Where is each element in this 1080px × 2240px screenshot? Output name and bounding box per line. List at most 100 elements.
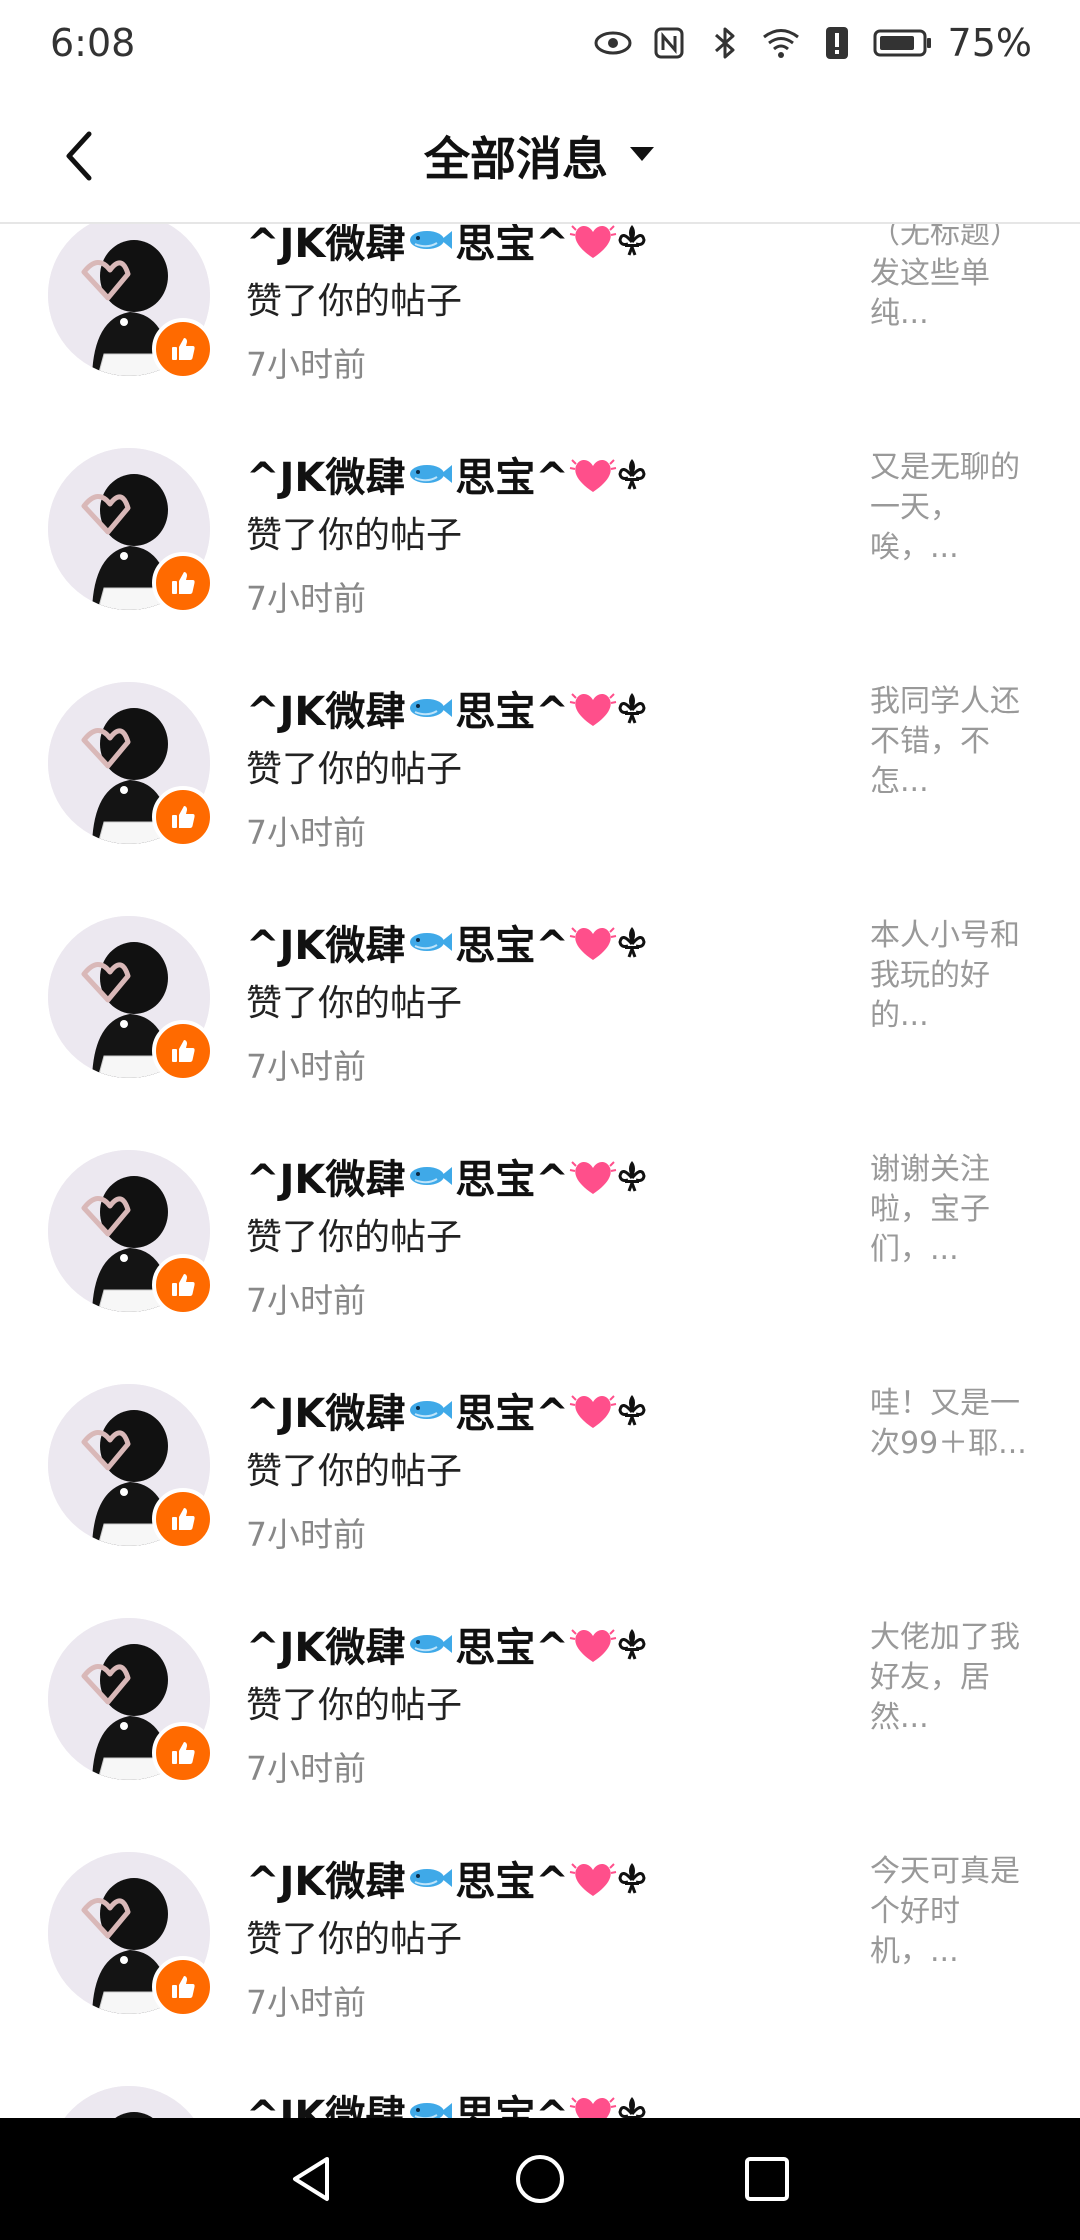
post-preview[interactable]: 哇！又是一次99＋耶... [870, 1384, 1040, 1464]
notification-time: 7小时前 [246, 1281, 366, 1320]
heart-icon [569, 452, 617, 496]
post-preview[interactable]: 大佬加了我好友，居然... [870, 1618, 1040, 1738]
user-avatar[interactable] [48, 2086, 210, 2120]
heart-icon [569, 1622, 617, 1666]
username-suffix[interactable]: 思宝^ [455, 679, 569, 737]
post-preview[interactable]: （无标题）发这些单纯... [870, 224, 1040, 334]
notification-time: 7小时前 [246, 813, 366, 852]
notification-item[interactable]: ^JK微肆 思宝^ 赞了你的帖子 7小时前 我同学人还不错，不怎... [0, 662, 1080, 896]
username-row[interactable]: ^JK微肆 思宝^ [246, 679, 846, 737]
username[interactable]: ^JK微肆 [246, 913, 405, 971]
username[interactable]: ^JK微肆 [246, 2083, 405, 2120]
notification-body: ^JK微肆 思宝^ 赞了你的帖子 7小时前 [246, 1852, 846, 2024]
avatar-image [48, 2086, 210, 2120]
thumbs-up-icon [172, 1274, 195, 1296]
fleur-de-lis-icon [617, 456, 647, 492]
username-row[interactable]: ^JK微肆 思宝^ [246, 1615, 846, 1673]
user-avatar[interactable] [48, 1384, 214, 1550]
post-preview[interactable]: 本人小号和我玩的好的... [870, 916, 1040, 1036]
fleur-de-lis-icon [617, 690, 647, 726]
bluetooth-icon [704, 22, 746, 64]
nav-back-button[interactable] [273, 2139, 353, 2219]
notification-action: 赞了你的帖子 [246, 749, 463, 790]
username[interactable]: ^JK微肆 [246, 1615, 405, 1673]
username-row[interactable]: ^JK微肆 思宝^ [246, 1849, 846, 1907]
like-badge [152, 318, 214, 380]
username[interactable]: ^JK微肆 [246, 224, 405, 269]
username-row[interactable]: ^JK微肆 思宝^ [246, 1381, 846, 1439]
nav-home-icon [515, 2155, 564, 2203]
notification-body: ^JK微肆 思宝^ 赞了你的帖子 7小时前 [246, 224, 846, 386]
fleur-de-lis-icon [617, 1392, 647, 1428]
heart-icon [569, 2090, 617, 2120]
username[interactable]: ^JK微肆 [246, 445, 405, 503]
username-suffix[interactable]: 思宝^ [455, 2083, 569, 2120]
thumbs-up-icon [172, 1040, 195, 1062]
username[interactable]: ^JK微肆 [246, 1381, 405, 1439]
notification-action: 赞了你的帖子 [246, 281, 463, 322]
post-preview[interactable]: 又是无聊的一天，唉，... [870, 448, 1040, 568]
notification-item[interactable]: ^JK微肆 思宝^ 赞了你的帖子 7小时前 又是无聊的一天，唉，... [0, 428, 1080, 662]
user-avatar[interactable] [48, 1150, 214, 1316]
username-row[interactable]: ^JK微肆 思宝^ [246, 1147, 846, 1205]
notification-action: 赞了你的帖子 [246, 1217, 463, 1258]
notification-item[interactable]: ^JK微肆 思宝^ [0, 2066, 1080, 2120]
username-row[interactable]: ^JK微肆 思宝^ [246, 224, 846, 269]
notification-action: 赞了你的帖子 [246, 515, 463, 556]
username-row[interactable]: ^JK微肆 思宝^ [246, 913, 846, 971]
fleur-de-lis-icon [617, 1626, 647, 1662]
wifi-icon [760, 22, 802, 64]
username[interactable]: ^JK微肆 [246, 1147, 405, 1205]
post-preview[interactable]: 今天可真是个好时机，... [870, 1852, 1040, 1972]
status-icons: 75% [592, 21, 1032, 65]
user-avatar[interactable] [48, 1618, 214, 1784]
username-suffix[interactable]: 思宝^ [455, 445, 569, 503]
nav-recents-icon [744, 2157, 789, 2201]
username-row[interactable]: ^JK微肆 思宝^ [246, 445, 846, 503]
fish-icon [407, 1161, 453, 1191]
notification-item[interactable]: ^JK微肆 思宝^ 赞了你的帖子 7小时前 谢谢关注啦，宝子们，... [0, 1130, 1080, 1364]
notification-item[interactable]: ^JK微肆 思宝^ 赞了你的帖子 7小时前 哇！又是一次99＋耶... [0, 1364, 1080, 1598]
notification-item[interactable]: ^JK微肆 思宝^ 赞了你的帖子 7小时前 今天可真是个好时机，... [0, 1832, 1080, 2066]
user-avatar[interactable] [48, 916, 214, 1082]
caret-down-icon [628, 145, 656, 167]
system-nav-bar [0, 2118, 1080, 2240]
user-avatar[interactable] [48, 682, 214, 848]
post-preview[interactable]: 谢谢关注啦，宝子们，... [870, 1150, 1040, 1270]
notification-body: ^JK微肆 思宝^ 赞了你的帖子 7小时前 [246, 916, 846, 1088]
thumbs-up-icon [172, 1508, 195, 1530]
username[interactable]: ^JK微肆 [246, 1849, 405, 1907]
nav-home-button[interactable] [500, 2139, 580, 2219]
notification-item[interactable]: ^JK微肆 思宝^ 赞了你的帖子 7小时前 本人小号和我玩的好的... [0, 896, 1080, 1130]
username-row[interactable]: ^JK微肆 思宝^ [246, 2086, 846, 2120]
username-suffix[interactable]: 思宝^ [455, 1615, 569, 1673]
like-badge [152, 552, 214, 614]
user-avatar[interactable] [48, 1852, 214, 2018]
username-suffix[interactable]: 思宝^ [455, 1147, 569, 1205]
like-badge [152, 1956, 214, 2018]
message-filter-dropdown[interactable]: 全部消息 [0, 116, 1080, 196]
fish-icon [407, 459, 453, 489]
notification-list[interactable]: ^JK微肆 思宝^ 赞了你的帖子 7小时前 （无标题）发这些单纯... ^JK微… [0, 224, 1080, 2120]
username[interactable]: ^JK微肆 [246, 679, 405, 737]
notification-body: ^JK微肆 思宝^ 赞了你的帖子 7小时前 [246, 448, 846, 620]
user-avatar[interactable] [48, 224, 214, 380]
like-badge [152, 786, 214, 848]
username-suffix[interactable]: 思宝^ [455, 1381, 569, 1439]
username-suffix[interactable]: 思宝^ [455, 1849, 569, 1907]
nav-back-icon [293, 2157, 330, 2201]
status-time: 6:08 [50, 21, 136, 65]
nfc-icon [648, 22, 690, 64]
user-avatar[interactable] [48, 448, 214, 614]
page-title: 全部消息 [424, 132, 608, 186]
fleur-de-lis-icon [617, 224, 647, 258]
username-suffix[interactable]: 思宝^ [455, 913, 569, 971]
post-preview[interactable]: 我同学人还不错，不怎... [870, 682, 1040, 802]
notification-item[interactable]: ^JK微肆 思宝^ 赞了你的帖子 7小时前 大佬加了我好友，居然... [0, 1598, 1080, 1832]
notification-time: 7小时前 [246, 1515, 366, 1554]
notification-action: 赞了你的帖子 [246, 1685, 463, 1726]
notification-item[interactable]: ^JK微肆 思宝^ 赞了你的帖子 7小时前 （无标题）发这些单纯... [0, 224, 1080, 428]
status-bar: 6:08 75% [0, 0, 1080, 86]
nav-recents-button[interactable] [727, 2139, 807, 2219]
username-suffix[interactable]: 思宝^ [455, 224, 569, 269]
